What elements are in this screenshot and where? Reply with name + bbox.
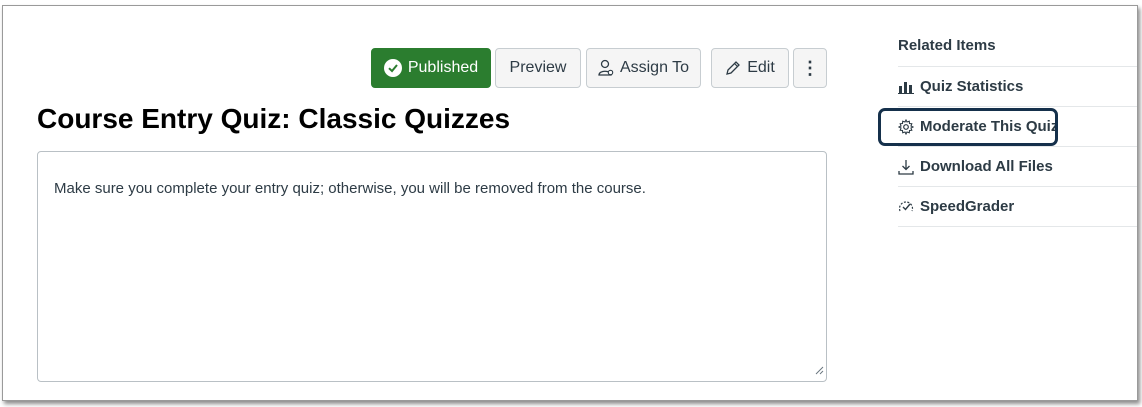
preview-button[interactable]: Preview: [495, 48, 581, 88]
related-item-download-files[interactable]: Download All Files: [898, 147, 1137, 187]
description-text: Make sure you complete your entry quiz; …: [54, 180, 646, 197]
bar-chart-icon: [898, 80, 918, 94]
assign-to-button[interactable]: Assign To: [586, 48, 701, 88]
check-circle-icon: [383, 59, 402, 77]
person-icon: [598, 59, 614, 77]
more-options-button[interactable]: ⋮: [793, 48, 827, 88]
speedgrader-icon: [898, 200, 918, 214]
edit-button[interactable]: Edit: [711, 48, 789, 88]
page-title: Course Entry Quiz: Classic Quizzes: [37, 103, 511, 134]
kebab-menu-icon: ⋮: [801, 57, 819, 78]
published-button[interactable]: Published: [371, 48, 491, 88]
related-items-title: Related Items: [898, 31, 1137, 67]
pencil-icon: [725, 60, 741, 76]
quiz-page: Published Preview Assign To Edit ⋮ Cours…: [2, 5, 1138, 401]
resize-handle-icon[interactable]: [815, 362, 824, 379]
gear-icon: [898, 118, 918, 135]
quiz-description: Make sure you complete your entry quiz; …: [37, 151, 827, 382]
assign-to-label: Assign To: [619, 59, 690, 76]
related-item-label: SpeedGrader: [920, 198, 1015, 215]
related-items-panel: Related Items Quiz Statistics Moderate T…: [878, 31, 1137, 227]
related-item-label: Moderate This Quiz: [920, 118, 1059, 135]
edit-label: Edit: [747, 59, 775, 76]
related-item-quiz-statistics[interactable]: Quiz Statistics: [898, 67, 1137, 107]
related-item-label: Download All Files: [920, 158, 1053, 175]
preview-label: Preview: [509, 59, 567, 76]
related-item-speedgrader[interactable]: SpeedGrader: [898, 187, 1137, 227]
related-item-label: Quiz Statistics: [920, 78, 1024, 95]
published-label: Published: [407, 59, 479, 76]
related-item-moderate-quiz[interactable]: Moderate This Quiz: [878, 107, 1137, 147]
download-icon: [898, 159, 918, 175]
